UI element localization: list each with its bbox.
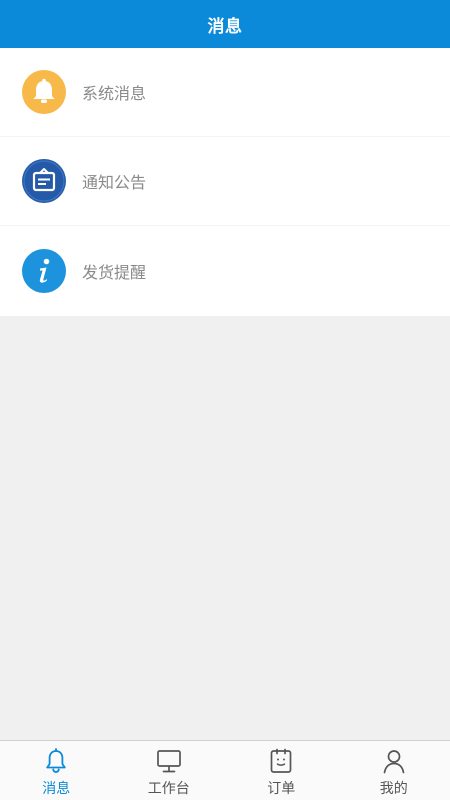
tab-profile[interactable]: 我的 <box>338 741 450 800</box>
tab-messages[interactable]: 消息 <box>0 741 113 800</box>
bottom-tab-bar: 消息 工作台 订单 我的 <box>0 740 450 800</box>
info-icon <box>21 248 67 294</box>
order-icon <box>267 747 295 775</box>
list-item-label: 通知公告 <box>82 173 147 192</box>
list-item-label: 发货提醒 <box>82 263 147 282</box>
monitor-icon <box>155 747 183 775</box>
tab-orders[interactable]: 订单 <box>225 741 338 800</box>
list-item-label: 系统消息 <box>82 84 147 103</box>
top-bar: 消息 <box>0 0 450 48</box>
tab-label: 订单 <box>267 781 296 797</box>
user-icon <box>380 747 408 775</box>
page-title: 消息 <box>207 16 243 37</box>
tab-label: 消息 <box>42 781 71 797</box>
message-category-list: 系统消息 通知公告 发货提醒 <box>0 48 450 316</box>
tab-label: 我的 <box>379 781 408 797</box>
notice-board-icon <box>21 158 67 204</box>
list-item-system-messages[interactable]: 系统消息 <box>0 48 450 137</box>
tab-label: 工作台 <box>147 781 190 797</box>
tab-workbench[interactable]: 工作台 <box>113 741 226 800</box>
bell-outline-icon <box>42 747 70 775</box>
list-item-announcements[interactable]: 通知公告 <box>0 137 450 226</box>
bell-icon <box>21 69 67 115</box>
list-item-shipping-reminders[interactable]: 发货提醒 <box>0 226 450 316</box>
